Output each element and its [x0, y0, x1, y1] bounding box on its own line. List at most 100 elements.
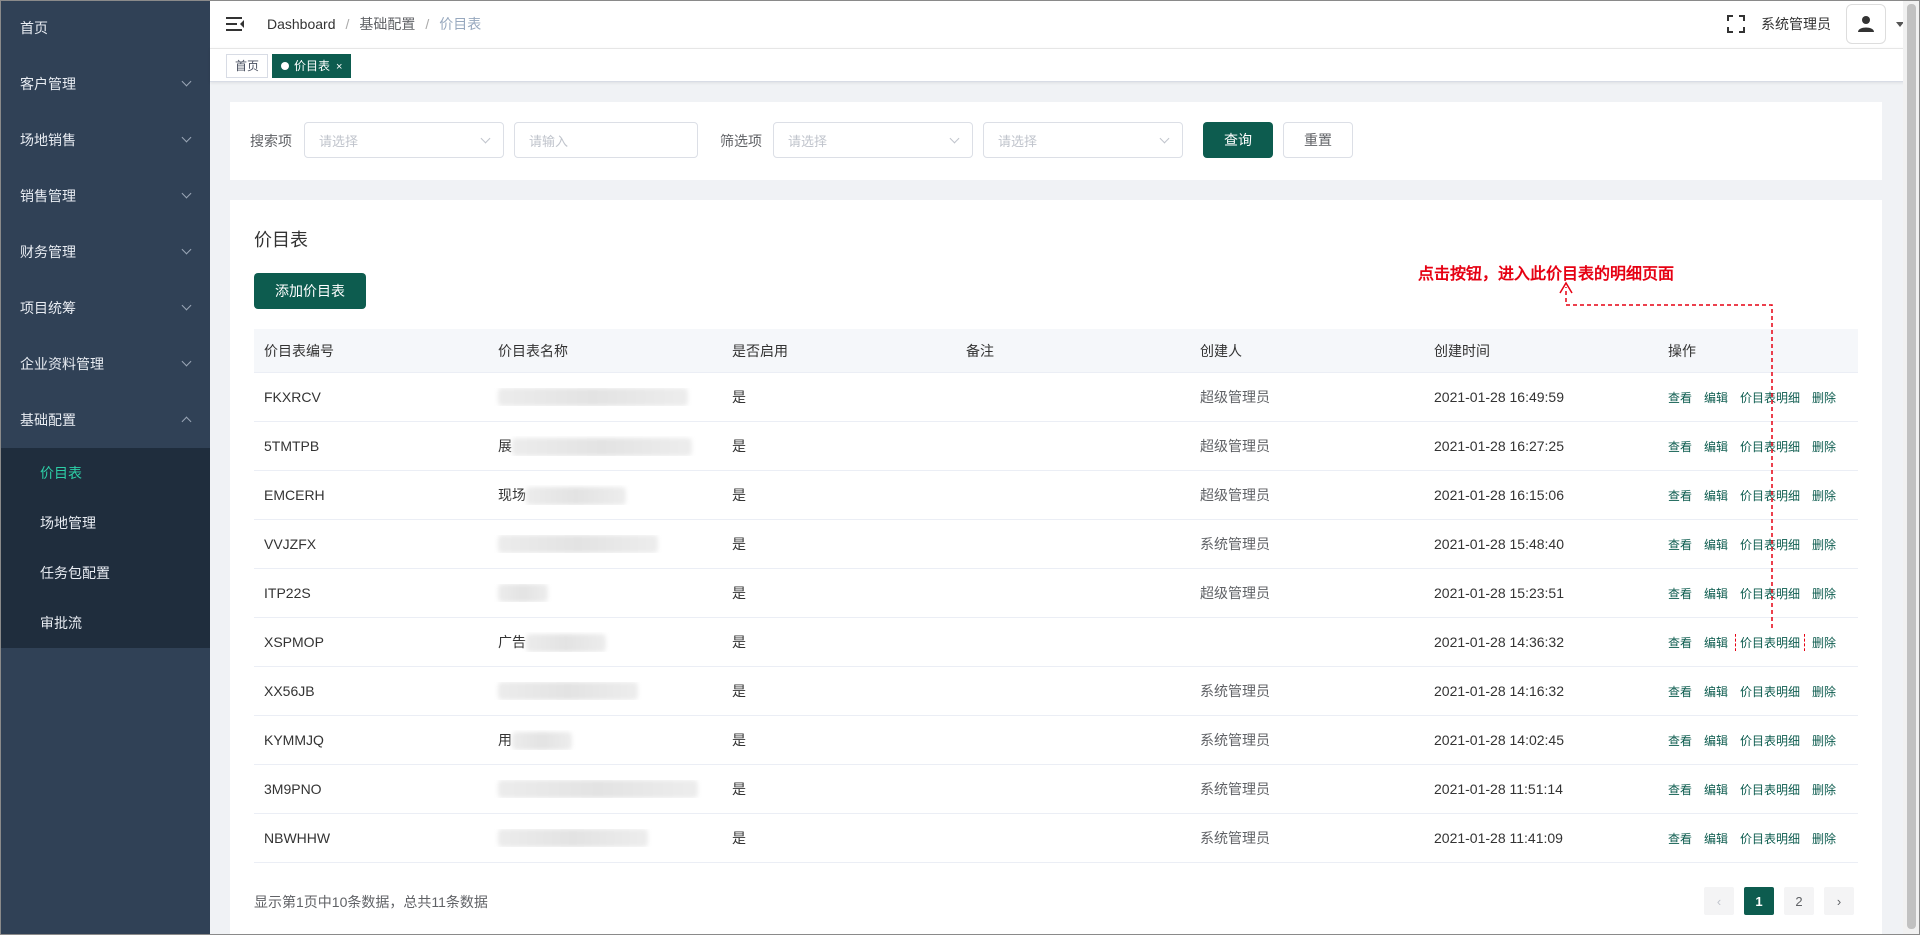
next-page-button[interactable]: ›	[1824, 887, 1854, 915]
reset-button[interactable]: 重置	[1283, 122, 1353, 158]
cell-actions: 查看 编辑 价目表明细 删除	[1658, 732, 1858, 749]
delete-link[interactable]: 删除	[1812, 438, 1836, 455]
view-link[interactable]: 查看	[1668, 438, 1692, 455]
sidebar-item[interactable]: 首页	[0, 0, 210, 56]
cell-enabled: 是	[732, 438, 746, 454]
filter-select-2[interactable]: 请选择	[983, 122, 1183, 158]
fullscreen-icon[interactable]	[1727, 15, 1745, 33]
price-detail-link[interactable]: 价目表明细	[1735, 633, 1806, 651]
delete-link[interactable]: 删除	[1812, 487, 1836, 504]
query-button[interactable]: 查询	[1203, 122, 1273, 158]
sidebar-subitem[interactable]: 任务包配置	[0, 548, 210, 598]
edit-link[interactable]: 编辑	[1704, 585, 1728, 602]
edit-link[interactable]: 编辑	[1704, 781, 1728, 798]
avatar[interactable]	[1846, 4, 1886, 44]
column-header: 价目表编号	[264, 342, 334, 359]
cell-creator: 系统管理员	[1200, 732, 1270, 748]
edit-link[interactable]: 编辑	[1704, 536, 1728, 553]
sidebar-item[interactable]: 项目统筹	[0, 280, 210, 336]
cell-actions: 查看 编辑 价目表明细 删除	[1658, 633, 1858, 651]
cell-name	[488, 388, 722, 407]
chevron-down-icon	[181, 300, 192, 311]
page-button[interactable]: 1	[1744, 887, 1774, 915]
search-field-select[interactable]: 请选择	[304, 122, 504, 158]
view-link[interactable]: 查看	[1668, 781, 1692, 798]
cell-created-time: 2021-01-28 14:16:32	[1434, 683, 1564, 699]
sidebar-item[interactable]: 企业资料管理	[0, 336, 210, 392]
view-link[interactable]: 查看	[1668, 732, 1692, 749]
placeholder: 请选择	[319, 133, 359, 149]
sidebar-item[interactable]: 客户管理	[0, 56, 210, 112]
tag-home[interactable]: 首页	[226, 54, 269, 78]
delete-link[interactable]: 删除	[1812, 634, 1836, 651]
price-detail-link[interactable]: 价目表明细	[1740, 781, 1800, 798]
price-detail-link[interactable]: 价目表明细	[1740, 438, 1800, 455]
edit-link[interactable]: 编辑	[1704, 732, 1728, 749]
filter-select-1[interactable]: 请选择	[773, 122, 973, 158]
chevron-up-icon	[181, 416, 192, 427]
cell-created-time: 2021-01-28 11:41:09	[1434, 830, 1563, 846]
breadcrumb-basic-config: 基础配置	[359, 16, 416, 32]
price-detail-link[interactable]: 价目表明细	[1740, 830, 1800, 847]
edit-link[interactable]: 编辑	[1704, 487, 1728, 504]
edit-link[interactable]: 编辑	[1704, 830, 1728, 847]
cell-creator: 系统管理员	[1200, 830, 1270, 846]
edit-link[interactable]: 编辑	[1704, 389, 1728, 406]
sidebar-subitem[interactable]: 场地管理	[0, 498, 210, 548]
delete-link[interactable]: 删除	[1812, 585, 1836, 602]
vertical-scrollbar[interactable]	[1903, 0, 1920, 935]
prev-page-button[interactable]: ‹	[1704, 887, 1734, 915]
view-link[interactable]: 查看	[1668, 487, 1692, 504]
breadcrumb-dashboard[interactable]: Dashboard	[267, 16, 336, 32]
view-link[interactable]: 查看	[1668, 830, 1692, 847]
cell-enabled: 是	[732, 732, 746, 748]
price-detail-link[interactable]: 价目表明细	[1740, 536, 1800, 553]
delete-link[interactable]: 删除	[1812, 732, 1836, 749]
sidebar-subitem[interactable]: 价目表	[0, 448, 210, 498]
delete-link[interactable]: 删除	[1812, 830, 1836, 847]
scrollbar-thumb[interactable]	[1907, 4, 1916, 929]
filter-label: 筛选项	[720, 133, 762, 149]
pagination: ‹ 1 2 ›	[1694, 887, 1854, 915]
price-detail-link[interactable]: 价目表明细	[1740, 683, 1800, 700]
tag-price-list[interactable]: 价目表 ×	[272, 54, 352, 78]
search-input[interactable]: 请输入	[514, 122, 698, 158]
delete-link[interactable]: 删除	[1812, 389, 1836, 406]
table-row: XSPMOP 广告 是 2021-01-28 14:36:32 查看 编辑 价目表明细 删除	[254, 618, 1858, 667]
close-icon[interactable]: ×	[336, 61, 342, 73]
edit-link[interactable]: 编辑	[1704, 683, 1728, 700]
cell-enabled: 是	[732, 536, 746, 552]
sidebar-item[interactable]: 销售管理	[0, 168, 210, 224]
cell-actions: 查看 编辑 价目表明细 删除	[1658, 487, 1858, 504]
price-detail-link[interactable]: 价目表明细	[1740, 585, 1800, 602]
view-link[interactable]: 查看	[1668, 389, 1692, 406]
sidebar-item[interactable]: 场地销售	[0, 112, 210, 168]
add-price-list-button[interactable]: 添加价目表	[254, 273, 366, 309]
view-link[interactable]: 查看	[1668, 536, 1692, 553]
cell-name: 现场	[488, 485, 722, 506]
hamburger-icon[interactable]	[226, 17, 244, 31]
price-detail-link[interactable]: 价目表明细	[1740, 732, 1800, 749]
view-link[interactable]: 查看	[1668, 683, 1692, 700]
view-link[interactable]: 查看	[1668, 634, 1692, 651]
placeholder: 请选择	[998, 133, 1038, 149]
breadcrumb-current: 价目表	[439, 16, 482, 32]
delete-link[interactable]: 删除	[1812, 536, 1836, 553]
delete-link[interactable]: 删除	[1812, 781, 1836, 798]
view-link[interactable]: 查看	[1668, 585, 1692, 602]
edit-link[interactable]: 编辑	[1704, 438, 1728, 455]
sidebar-subitem[interactable]: 审批流	[0, 598, 210, 648]
cell-actions: 查看 编辑 价目表明细 删除	[1658, 781, 1858, 798]
page-button[interactable]: 2	[1784, 887, 1814, 915]
price-detail-link[interactable]: 价目表明细	[1740, 389, 1800, 406]
redacted-blur	[498, 682, 638, 701]
cell-enabled: 是	[732, 781, 746, 797]
placeholder: 请输入	[529, 133, 569, 149]
cell-creator: 超级管理员	[1200, 438, 1270, 454]
delete-link[interactable]: 删除	[1812, 683, 1836, 700]
price-detail-link[interactable]: 价目表明细	[1740, 487, 1800, 504]
sidebar-item[interactable]: 基础配置	[0, 392, 210, 448]
search-panel: 搜索项 请选择 请输入 筛选项 请选择 请选择 查询 重置	[230, 102, 1882, 180]
sidebar-item[interactable]: 财务管理	[0, 224, 210, 280]
edit-link[interactable]: 编辑	[1704, 634, 1728, 651]
